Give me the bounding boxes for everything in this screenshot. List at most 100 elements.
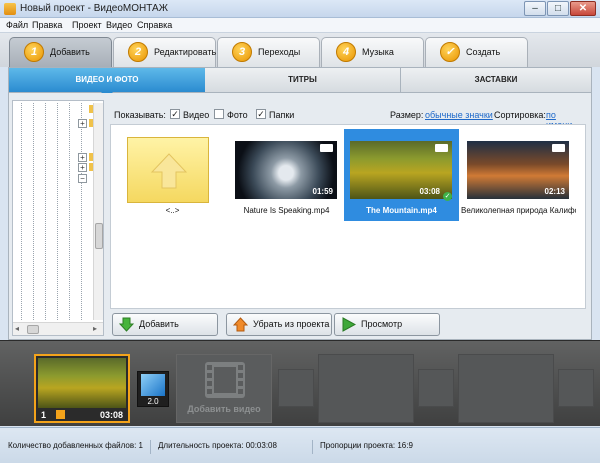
tab-titles[interactable]: ТИТРЫ [205, 68, 401, 92]
step-tab-edit[interactable]: 2 Редактировать [113, 37, 216, 67]
step-4-icon: 4 [336, 42, 356, 62]
add-button[interactable]: Добавить [112, 313, 218, 336]
preview-button-label: Просмотр [361, 319, 403, 329]
action-bar: Добавить Убрать из проекта Просмотр [110, 313, 586, 337]
step-tab-add[interactable]: 1 Добавить [9, 37, 112, 67]
file-name: The Mountain.mp4 [366, 206, 437, 215]
scroll-left-icon[interactable]: ◂ [15, 324, 19, 333]
folder-tree[interactable]: + + + − ◂ ▸ [12, 100, 104, 336]
video-thumbnail: 03:08 ✓ [350, 141, 452, 201]
step-2-icon: 2 [128, 42, 148, 62]
maximize-button[interactable]: □ [547, 1, 569, 16]
arrow-down-green-icon [119, 317, 134, 332]
film-strip-icon [205, 362, 245, 398]
folder-up-icon [127, 137, 209, 203]
video-duration: 01:59 [312, 187, 333, 196]
status-files-count: Количество добавленных файлов: 1 [8, 441, 143, 450]
status-bar: Количество добавленных файлов: 1 Длитель… [0, 427, 600, 463]
transition-slot [418, 369, 454, 407]
step-label: Переходы [258, 47, 301, 57]
file-tile-up[interactable]: <..> [115, 129, 230, 221]
added-check-icon: ✓ [443, 192, 452, 201]
file-tile-selected[interactable]: 03:08 ✓ The Mountain.mp4 [344, 129, 459, 221]
transition-slot [558, 369, 594, 407]
window-title: Новый проект - ВидеоМОНТАЖ [20, 3, 168, 14]
tab-video-photo[interactable]: ВИДЕО И ФОТО [9, 68, 205, 98]
menu-bar: Файл Правка Проект Видео Справка [0, 18, 600, 33]
clip-slot [458, 354, 554, 423]
menu-file[interactable]: Файл [6, 20, 28, 30]
play-icon [342, 317, 356, 332]
transition-thumbnail [141, 374, 165, 396]
edit-pencil-icon[interactable] [56, 410, 65, 419]
tree-collapse-icon[interactable]: − [78, 174, 87, 183]
photo-checkbox[interactable] [214, 109, 224, 119]
folders-checkbox-label: Папки [269, 110, 295, 120]
tree-horizontal-scrollbar[interactable]: ◂ ▸ [13, 322, 103, 335]
status-duration: Длительность проекта: 00:03:08 [158, 441, 277, 450]
video-duration: 03:08 [419, 187, 440, 196]
menu-help[interactable]: Справка [137, 20, 172, 30]
preview-button[interactable]: Просмотр [334, 313, 440, 336]
step-label: Добавить [50, 47, 90, 57]
filter-bar: Показывать: ✓ Видео Фото ✓ Папки Размер:… [110, 107, 584, 130]
video-thumbnail: 01:59 [235, 141, 337, 199]
video-camera-icon [552, 144, 565, 152]
remove-from-project-button[interactable]: Убрать из проекта [226, 313, 332, 336]
file-browser: <..> 01:59 Nature Is Speaking.mp4 03:08 … [110, 124, 586, 309]
transition-slot [278, 369, 314, 407]
clip-thumbnail [38, 358, 126, 408]
file-tile[interactable]: 01:59 Nature Is Speaking.mp4 [229, 129, 344, 221]
clip-index: 1 [41, 410, 47, 420]
transition-item[interactable]: 2.0 [137, 371, 169, 407]
tree-expand-icon[interactable]: + [78, 119, 87, 128]
scroll-right-icon[interactable]: ▸ [93, 324, 97, 333]
app-icon [4, 3, 16, 15]
add-video-label: Добавить видео [187, 404, 261, 414]
menu-project[interactable]: Проект [72, 20, 102, 30]
video-camera-icon [320, 144, 333, 152]
status-aspect: Пропорции проекта: 16:9 [320, 441, 413, 450]
arrow-up-orange-icon [233, 317, 248, 332]
remove-button-label: Убрать из проекта [253, 319, 330, 329]
file-name: <..> [165, 206, 180, 215]
video-thumbnail: 02:13 [467, 141, 569, 199]
transition-duration: 2.0 [147, 397, 159, 406]
step-3-icon: 3 [232, 42, 252, 62]
show-label: Показывать: [114, 110, 166, 120]
title-bar: Новый проект - ВидеоМОНТАЖ – □ ✕ [0, 0, 600, 18]
timeline-clip[interactable]: 1 03:08 [34, 354, 130, 423]
menu-video[interactable]: Видео [106, 20, 132, 30]
timeline: 1 03:08 2.0 Добавить видео [0, 340, 600, 426]
size-link[interactable]: обычные значки [425, 110, 493, 120]
minimize-button[interactable]: – [524, 1, 546, 16]
step-tab-transitions[interactable]: 3 Переходы [217, 37, 320, 67]
step-1-icon: 1 [24, 42, 44, 62]
file-tile[interactable]: 02:13 Великолепная природа Калифор... [461, 129, 576, 221]
tree-vertical-scrollbar[interactable] [93, 103, 103, 320]
tree-expand-icon[interactable]: + [78, 153, 87, 162]
add-button-label: Добавить [139, 319, 179, 329]
tab-intros[interactable]: ЗАСТАВКИ [401, 68, 591, 92]
size-label: Размер: [390, 110, 424, 120]
menu-edit[interactable]: Правка [32, 20, 62, 30]
video-duration: 02:13 [544, 187, 565, 196]
checkmark-icon: ✓ [440, 42, 460, 62]
file-name: Великолепная природа Калифор... [461, 206, 576, 215]
photo-checkbox-label: Фото [227, 110, 248, 120]
sort-label: Сортировка: [494, 110, 546, 120]
step-label: Создать [466, 47, 501, 57]
add-video-slot[interactable]: Добавить видео [176, 354, 272, 423]
close-button[interactable]: ✕ [570, 1, 596, 16]
media-subtabs: ВИДЕО И ФОТО ТИТРЫ ЗАСТАВКИ [8, 67, 592, 98]
video-camera-icon [435, 144, 448, 152]
file-name: Nature Is Speaking.mp4 [243, 206, 330, 215]
video-checkbox-label: Видео [183, 110, 210, 120]
tree-expand-icon[interactable]: + [78, 163, 87, 172]
step-label: Музыка [362, 47, 394, 57]
step-tab-music[interactable]: 4 Музыка [321, 37, 424, 67]
folders-checkbox[interactable]: ✓ [256, 109, 266, 119]
step-tab-create[interactable]: ✓ Создать [425, 37, 528, 67]
clip-duration: 03:08 [99, 410, 123, 420]
video-checkbox[interactable]: ✓ [170, 109, 180, 119]
